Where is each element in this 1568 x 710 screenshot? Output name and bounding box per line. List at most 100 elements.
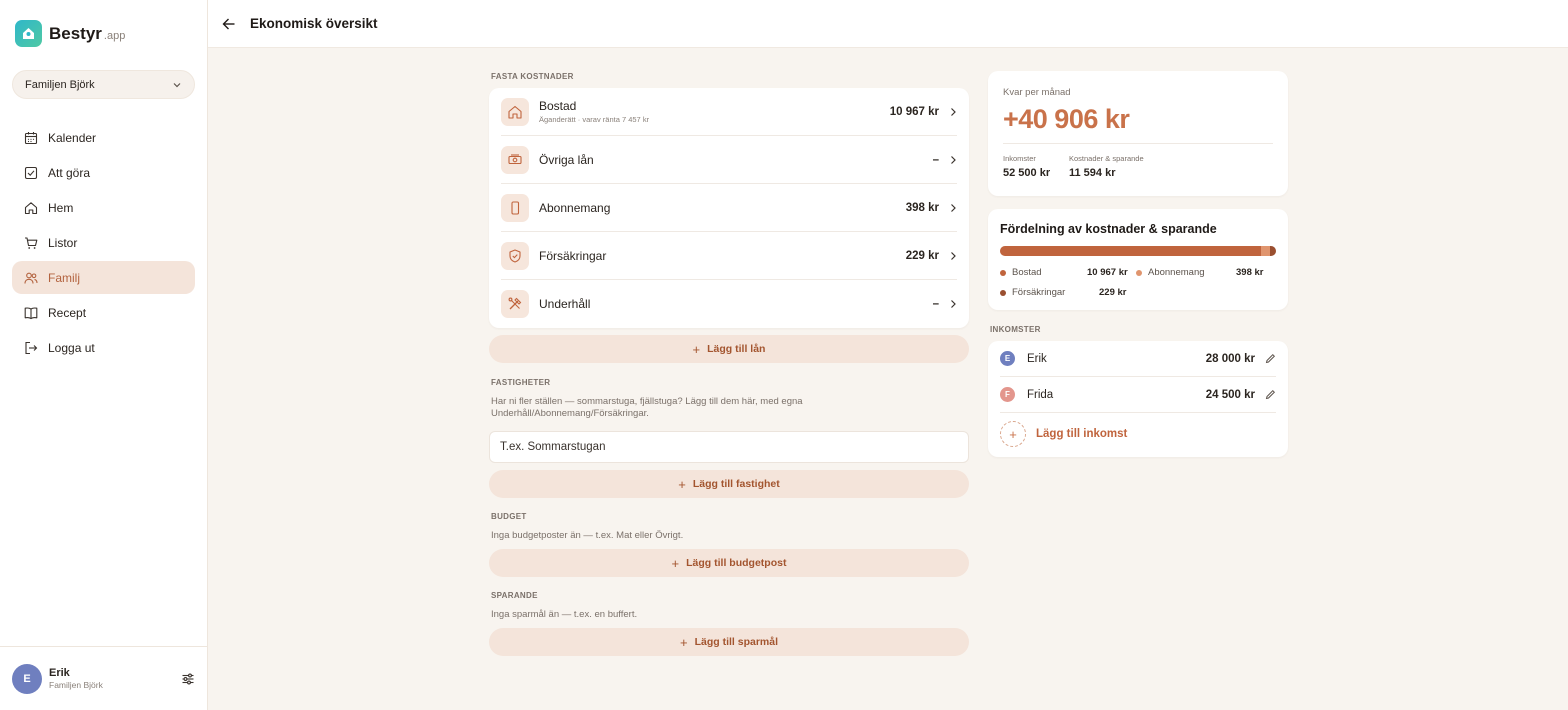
fixed-costs-label: FASTA KOSTNADER [491,72,574,81]
sidebar-item-hem[interactable]: Hem [12,191,195,224]
income-total-label: Inkomster [1003,154,1036,163]
incomes-card: E Erik 28 000 kr F Frida 24 500 kr + Läg… [988,341,1288,457]
cost-amount: – [932,298,939,310]
add-loan-label: Lägg till lån [707,343,766,355]
plus-icon: + [692,341,701,357]
distribution-segment-f-rs-kringar [1270,246,1276,256]
logo-icon [15,20,42,47]
cost-row-forsakringar[interactable]: Försäkringar 229 kr [501,232,957,280]
income-amount: 28 000 kr [1205,352,1255,365]
plus-icon: + [671,555,680,571]
home-icon [24,201,38,214]
distribution-segment-abonnemang [1261,246,1271,256]
people-icon [24,272,38,284]
income-avatar: F [1000,387,1015,402]
savings-label: SPARANDE [491,591,538,600]
legend-item: Försäkringar [1000,287,1065,298]
distribution-card: Fördelning av kostnader & sparande Bosta… [988,209,1288,310]
add-loan-button[interactable]: + Lägg till lån [489,335,969,363]
plus-icon: + [678,476,686,492]
add-income-button[interactable]: + Lägg till inkomst [1000,421,1127,447]
legend-label: Bostad [1012,267,1042,278]
cost-subtitle: Äganderätt · varav ränta 7 457 kr [539,115,650,124]
remaining-label: Kvar per månad [1003,87,1071,98]
page-title: Ekonomisk översikt [250,16,378,31]
cost-row-ovriga-lan[interactable]: Övriga lån – [501,136,957,184]
chevron-right-icon [951,251,956,260]
chevron-right-icon [951,300,956,308]
chevron-right-icon [951,155,956,164]
legend-dot [1000,289,1006,296]
brand-suffix: .app [103,30,126,42]
costs-total-label: Kostnader & sparande [1069,154,1144,163]
property-name-input[interactable] [489,431,969,463]
cost-amount: 398 kr [905,201,939,214]
sidebar-item-label: Hem [48,200,74,215]
sidebar-nav: Kalender Att göra Hem Listor Familj Rece… [12,121,195,366]
checkbox-icon [24,166,38,179]
pencil-icon[interactable] [1265,389,1276,400]
plus-icon: + [679,634,688,650]
user-family: Familjen Björk [49,680,103,690]
income-avatar: E [1000,351,1015,366]
legend-value: 10 967 kr [1087,267,1128,278]
pencil-icon[interactable] [1265,353,1276,364]
add-budget-button[interactable]: + Lägg till budgetpost [489,549,969,577]
cost-amount: 10 967 kr [889,105,939,118]
settings-sliders-icon[interactable] [181,672,195,686]
cart-icon [25,236,38,249]
sidebar-item-logga-ut[interactable]: Logga ut [12,331,195,364]
sidebar-item-listor[interactable]: Listor [12,226,195,259]
add-property-label: Lägg till fastighet [692,478,780,490]
savings-helper: Inga sparmål än — t.ex. en buffert. [491,609,638,620]
tools-icon [501,290,529,318]
user-profile: E Erik Familjen Björk [0,646,207,710]
cost-title: Övriga lån [539,152,594,167]
income-row-frida[interactable]: F Frida 24 500 kr [1000,377,1276,413]
add-property-button[interactable]: + Lägg till fastighet [489,470,969,498]
income-amount: 24 500 kr [1205,388,1255,401]
add-savings-button[interactable]: + Lägg till sparmål [489,628,969,656]
income-total-value: 52 500 kr [1003,167,1051,179]
book-icon [24,306,38,319]
legend-label: Försäkringar [1012,287,1066,298]
properties-label: FASTIGHETER [491,378,551,387]
phone-icon [501,193,529,222]
distribution-bar [1000,246,1276,256]
income-name: Erik [1027,352,1047,365]
cost-row-abonnemang[interactable]: Abonnemang 398 kr [501,184,957,232]
legend-value: 229 kr [1099,287,1127,298]
sidebar-item-att-gora[interactable]: Att göra [12,156,195,189]
legend-value: 398 kr [1236,267,1264,278]
avatar[interactable]: E [12,663,42,694]
income-row-erik[interactable]: E Erik 28 000 kr [1000,341,1276,377]
sidebar-item-label: Recept [48,305,87,320]
cost-row-bostad[interactable]: Bostad Äganderätt · varav ränta 7 457 kr… [501,88,957,136]
family-select-value: Familjen Björk [25,78,95,91]
app-logo[interactable]: Bestyr .app [15,20,125,47]
legend-item: Abonnemang [1136,267,1205,278]
budget-label: BUDGET [491,512,527,521]
user-name: Erik [49,667,70,679]
calendar-icon [24,131,38,144]
add-budget-label: Lägg till budgetpost [686,557,787,569]
sidebar-item-kalender[interactable]: Kalender [12,121,195,154]
back-arrow-icon[interactable] [222,17,236,31]
page-header: Ekonomisk översikt [208,0,1568,48]
cost-row-underhall[interactable]: Underhåll – [501,280,957,328]
income-name: Frida [1027,388,1054,401]
costs-total-value: 11 594 kr [1069,167,1116,179]
sidebar-item-recept[interactable]: Recept [12,296,195,329]
brand-name: Bestyr [49,23,102,43]
sidebar-item-familj[interactable]: Familj [12,261,195,294]
distribution-segment-bostad [1000,246,1262,256]
money-icon [501,145,529,174]
properties-helper: Har ni fler ställen — sommarstuga, fjäll… [491,396,803,419]
family-select[interactable]: Familjen Björk [12,70,195,99]
sidebar-item-label: Kalender [48,130,97,145]
plus-icon: + [1000,421,1026,447]
sidebar-item-label: Logga ut [48,340,95,355]
add-savings-label: Lägg till sparmål [694,636,779,648]
legend-dot [1000,269,1006,276]
sidebar-item-label: Att göra [48,165,91,180]
